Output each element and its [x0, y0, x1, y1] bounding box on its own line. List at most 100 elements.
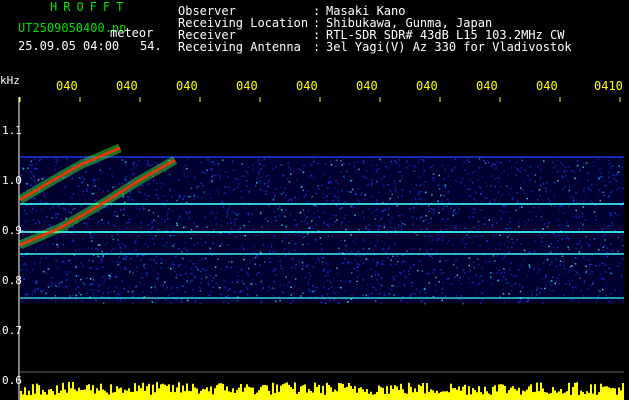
noise-speck — [92, 185, 95, 187]
noise-speck — [54, 236, 57, 238]
noise-speck — [146, 183, 149, 185]
noise-speck — [211, 280, 214, 282]
noise-speck — [424, 292, 427, 295]
power-bar — [100, 383, 102, 400]
noise-speck — [497, 191, 500, 193]
noise-speck — [415, 184, 418, 186]
noise-speck — [345, 228, 347, 231]
noise-speck — [312, 227, 314, 229]
power-bar — [20, 391, 22, 400]
noise-speck — [454, 209, 456, 211]
noise-speck — [584, 258, 587, 260]
noise-speck — [237, 178, 239, 181]
power-bar — [422, 383, 424, 400]
noise-speck — [30, 170, 33, 173]
noise-speck — [55, 260, 57, 262]
noise-speck — [560, 161, 562, 164]
noise-speck — [563, 169, 565, 172]
noise-speck — [583, 163, 585, 165]
noise-speck — [111, 235, 113, 237]
noise-speck — [151, 226, 154, 228]
noise-speck — [259, 189, 262, 191]
noise-speck — [271, 176, 273, 179]
noise-speck — [582, 223, 584, 226]
noise-speck — [541, 241, 543, 243]
noise-speck — [164, 195, 166, 197]
noise-speck — [112, 247, 115, 250]
noise-speck — [539, 195, 541, 197]
noise-speck — [279, 260, 281, 262]
noise-speck — [132, 199, 135, 201]
noise-speck — [527, 251, 530, 253]
noise-speck — [433, 269, 436, 271]
power-bar — [540, 382, 542, 400]
power-bar — [156, 382, 158, 400]
noise-speck — [147, 195, 150, 197]
power-bar — [172, 385, 174, 400]
noise-speck — [21, 255, 24, 257]
noise-speck — [301, 171, 303, 173]
noise-speck — [437, 200, 439, 203]
noise-speck — [315, 189, 317, 191]
noise-speck — [273, 235, 275, 237]
noise-speck — [489, 246, 491, 249]
noise-speck — [448, 240, 450, 242]
power-bar — [462, 386, 464, 400]
noise-speck — [180, 263, 182, 265]
noise-speck — [431, 194, 433, 196]
noise-speck — [284, 215, 286, 218]
noise-speck — [602, 236, 604, 238]
noise-speck — [608, 267, 610, 270]
noise-speck — [496, 267, 498, 269]
noise-speck — [58, 159, 60, 162]
noise-speck — [283, 225, 285, 227]
noise-speck — [260, 168, 262, 170]
noise-speck — [432, 173, 435, 175]
power-bar — [260, 386, 262, 400]
noise-speck — [432, 164, 434, 167]
noise-speck — [162, 284, 164, 286]
noise-speck — [618, 233, 620, 235]
power-bar — [618, 387, 620, 400]
noise-speck — [472, 216, 474, 218]
noise-speck — [430, 248, 433, 250]
noise-speck — [101, 219, 103, 221]
noise-speck — [36, 281, 38, 283]
noise-speck — [309, 226, 312, 228]
noise-speck — [539, 234, 542, 236]
noise-speck — [242, 235, 245, 237]
noise-speck — [616, 189, 618, 191]
noise-speck — [382, 248, 385, 250]
noise-speck — [617, 265, 619, 267]
noise-speck — [587, 225, 590, 228]
noise-speck — [221, 200, 224, 203]
noise-speck — [526, 197, 528, 200]
power-bar — [218, 383, 220, 400]
noise-speck — [288, 281, 290, 284]
noise-speck — [377, 225, 380, 227]
noise-speck — [490, 283, 493, 286]
noise-speck — [604, 239, 606, 241]
power-bar — [612, 388, 614, 400]
noise-speck — [136, 215, 139, 217]
power-bar — [550, 393, 552, 400]
noise-speck — [290, 294, 293, 296]
noise-speck — [543, 211, 545, 214]
noise-speck — [72, 294, 74, 296]
noise-speck — [593, 165, 595, 168]
power-bar — [232, 388, 234, 400]
noise-speck — [516, 239, 518, 241]
noise-speck — [355, 193, 357, 195]
noise-speck — [374, 300, 377, 302]
noise-speck — [583, 283, 585, 285]
noise-speck — [187, 299, 189, 302]
power-bar — [72, 382, 74, 400]
noise-speck — [157, 277, 160, 279]
noise-speck — [501, 288, 504, 290]
noise-speck — [299, 260, 301, 262]
noise-speck — [380, 218, 383, 221]
noise-speck — [233, 169, 235, 171]
noise-speck — [274, 196, 276, 198]
noise-speck — [110, 272, 113, 274]
noise-speck — [579, 277, 581, 279]
